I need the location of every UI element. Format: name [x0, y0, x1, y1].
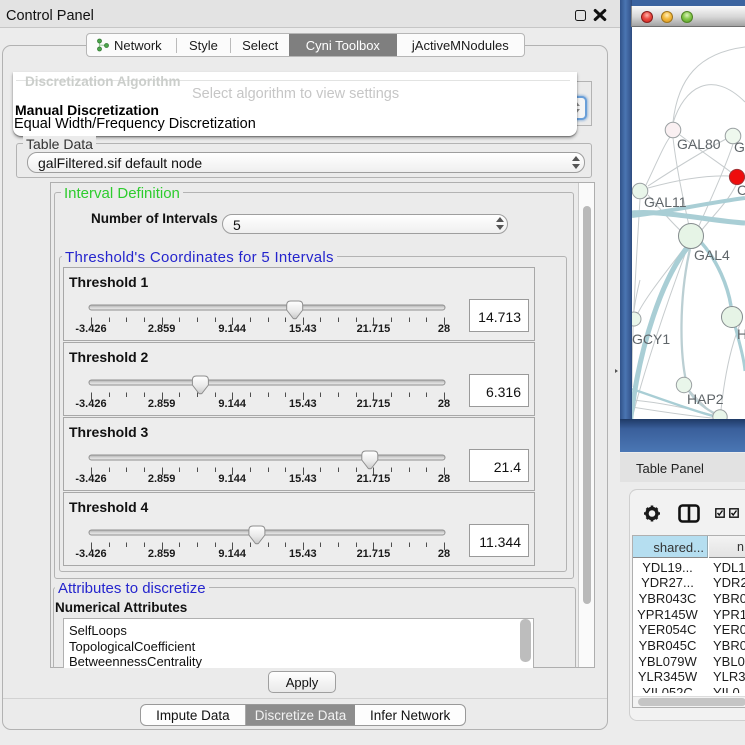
svg-text:GAL4: GAL4	[694, 247, 730, 263]
svg-text:15.43: 15.43	[289, 323, 317, 335]
svg-text:9.144: 9.144	[218, 323, 246, 335]
svg-text:21.715: 21.715	[357, 548, 391, 560]
svg-text:-3.426: -3.426	[75, 473, 106, 485]
svg-text:9.144: 9.144	[218, 548, 246, 560]
svg-text:H: H	[737, 326, 745, 342]
svg-text:GA: GA	[734, 139, 745, 155]
svg-text:28: 28	[438, 548, 450, 560]
svg-text:2.859: 2.859	[148, 323, 176, 335]
svg-text:2.859: 2.859	[148, 473, 176, 485]
svg-text:-3.426: -3.426	[75, 323, 106, 335]
svg-text:15.43: 15.43	[289, 398, 317, 410]
svg-text:2.859: 2.859	[148, 398, 176, 410]
svg-text:9.144: 9.144	[218, 473, 246, 485]
svg-text:-3.426: -3.426	[75, 548, 106, 560]
svg-text:21.715: 21.715	[357, 323, 391, 335]
svg-text:C.: C.	[737, 182, 745, 198]
svg-text:15.43: 15.43	[289, 548, 317, 560]
svg-text:GAL80: GAL80	[677, 136, 721, 152]
svg-text:GCY1: GCY1	[632, 331, 670, 347]
svg-text:15.43: 15.43	[289, 473, 317, 485]
svg-text:21.715: 21.715	[357, 473, 391, 485]
svg-text:28: 28	[438, 323, 450, 335]
svg-text:28: 28	[438, 473, 450, 485]
svg-text:HAP2: HAP2	[687, 391, 724, 407]
svg-text:2.859: 2.859	[148, 548, 176, 560]
svg-text:GAL11: GAL11	[644, 194, 687, 210]
svg-text:28: 28	[438, 398, 450, 410]
svg-text:-3.426: -3.426	[75, 398, 106, 410]
svg-text:9.144: 9.144	[218, 398, 246, 410]
svg-text:21.715: 21.715	[357, 398, 391, 410]
